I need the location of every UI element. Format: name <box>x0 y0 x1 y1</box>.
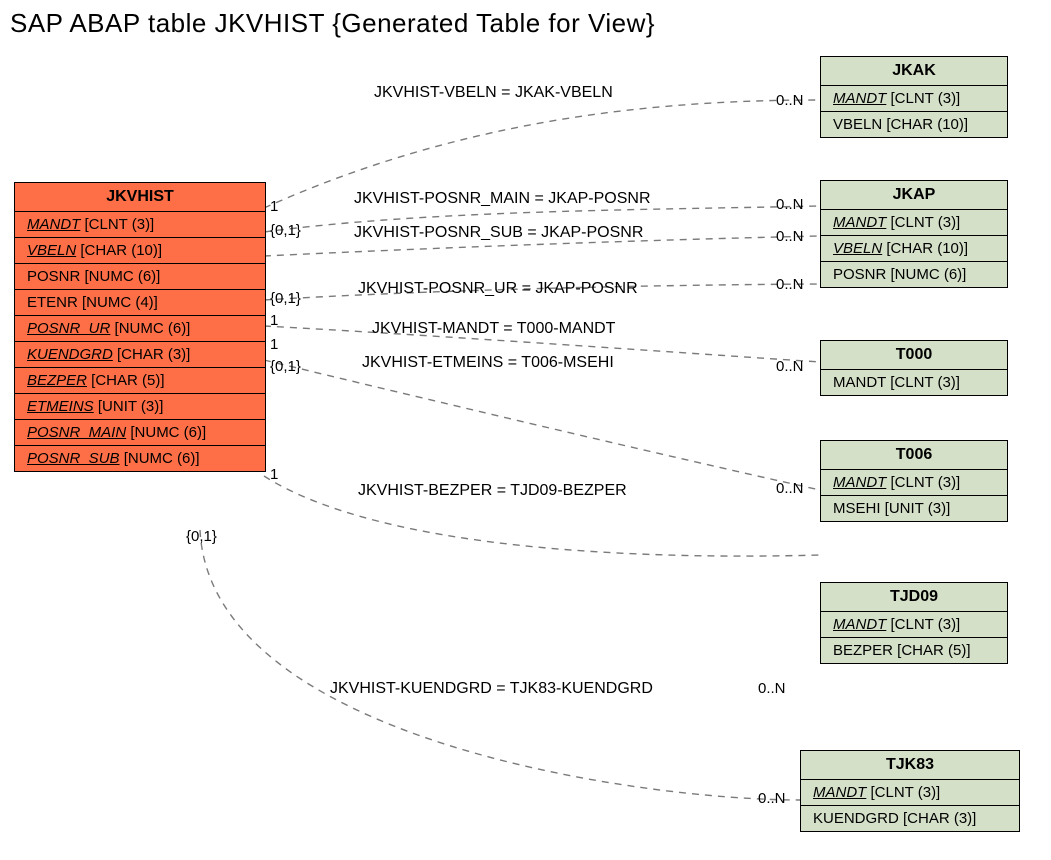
field-row: ETENR [NUMC (4)] <box>15 290 265 316</box>
field-row: VBELN [CHAR (10)] <box>821 236 1007 262</box>
field-row: VBELN [CHAR (10)] <box>821 112 1007 137</box>
entity-tjd09: TJD09MANDT [CLNT (3)]BEZPER [CHAR (5)] <box>820 582 1008 664</box>
left-cardinality: 1 <box>270 466 278 483</box>
field-row: MANDT [CLNT (3)] <box>801 780 1019 806</box>
diagram-title: SAP ABAP table JKVHIST {Generated Table … <box>10 8 655 39</box>
field-row: ETMEINS [UNIT (3)] <box>15 394 265 420</box>
left-cardinality: {0,1} <box>186 528 217 545</box>
left-cardinality: 1 <box>270 336 278 353</box>
field-row: POSNR [NUMC (6)] <box>821 262 1007 287</box>
relation-label: JKVHIST-ETMEINS = T006-MSEHI <box>362 354 614 372</box>
relation-label: JKVHIST-POSNR_MAIN = JKAP-POSNR <box>354 190 651 208</box>
entity-t000: T000MANDT [CLNT (3)] <box>820 340 1008 396</box>
relation-label: JKVHIST-KUENDGRD = TJK83-KUENDGRD <box>330 680 653 698</box>
field-row: KUENDGRD [CHAR (3)] <box>801 806 1019 831</box>
entity-jkvhist: JKVHIST MANDT [CLNT (3)]VBELN [CHAR (10)… <box>14 182 266 472</box>
right-cardinality: 0..N <box>758 790 786 807</box>
relation-label: JKVHIST-MANDT = T000-MANDT <box>372 320 615 338</box>
field-row: VBELN [CHAR (10)] <box>15 238 265 264</box>
field-row: POSNR_MAIN [NUMC (6)] <box>15 420 265 446</box>
field-row: BEZPER [CHAR (5)] <box>821 638 1007 663</box>
right-cardinality: 0..N <box>758 680 786 697</box>
relation-label: JKVHIST-BEZPER = TJD09-BEZPER <box>358 482 627 500</box>
field-row: MANDT [CLNT (3)] <box>821 370 1007 395</box>
right-cardinality: 0..N <box>776 92 804 109</box>
entity-jkap: JKAPMANDT [CLNT (3)]VBELN [CHAR (10)]POS… <box>820 180 1008 288</box>
field-row: POSNR_SUB [NUMC (6)] <box>15 446 265 471</box>
field-row: BEZPER [CHAR (5)] <box>15 368 265 394</box>
entity-t006: T006MANDT [CLNT (3)]MSEHI [UNIT (3)] <box>820 440 1008 522</box>
entity-jkvhist-header: JKVHIST <box>15 183 265 212</box>
right-cardinality: 0..N <box>776 228 804 245</box>
right-cardinality: 0..N <box>776 196 804 213</box>
field-row: MANDT [CLNT (3)] <box>821 86 1007 112</box>
right-cardinality: 0..N <box>776 358 804 375</box>
field-row: KUENDGRD [CHAR (3)] <box>15 342 265 368</box>
right-cardinality: 0..N <box>776 276 804 293</box>
relation-label: JKVHIST-POSNR_SUB = JKAP-POSNR <box>354 224 643 242</box>
left-cardinality: {0,1} <box>270 222 301 239</box>
field-row: MANDT [CLNT (3)] <box>821 612 1007 638</box>
field-row: POSNR_UR [NUMC (6)] <box>15 316 265 342</box>
field-row: MANDT [CLNT (3)] <box>15 212 265 238</box>
field-row: MSEHI [UNIT (3)] <box>821 496 1007 521</box>
relation-label: JKVHIST-VBELN = JKAK-VBELN <box>374 84 613 102</box>
diagram-canvas: SAP ABAP table JKVHIST {Generated Table … <box>0 0 1051 860</box>
right-cardinality: 0..N <box>776 480 804 497</box>
entity-jkak: JKAKMANDT [CLNT (3)]VBELN [CHAR (10)] <box>820 56 1008 138</box>
entity-tjk83: TJK83MANDT [CLNT (3)]KUENDGRD [CHAR (3)] <box>800 750 1020 832</box>
left-cardinality: {0,1} <box>270 290 301 307</box>
left-cardinality: 1 <box>270 312 278 329</box>
field-row: POSNR [NUMC (6)] <box>15 264 265 290</box>
left-cardinality: {0,1} <box>270 358 301 375</box>
relation-label: JKVHIST-POSNR_UR = JKAP-POSNR <box>358 280 638 298</box>
left-cardinality: 1 <box>270 198 278 215</box>
field-row: MANDT [CLNT (3)] <box>821 210 1007 236</box>
field-row: MANDT [CLNT (3)] <box>821 470 1007 496</box>
